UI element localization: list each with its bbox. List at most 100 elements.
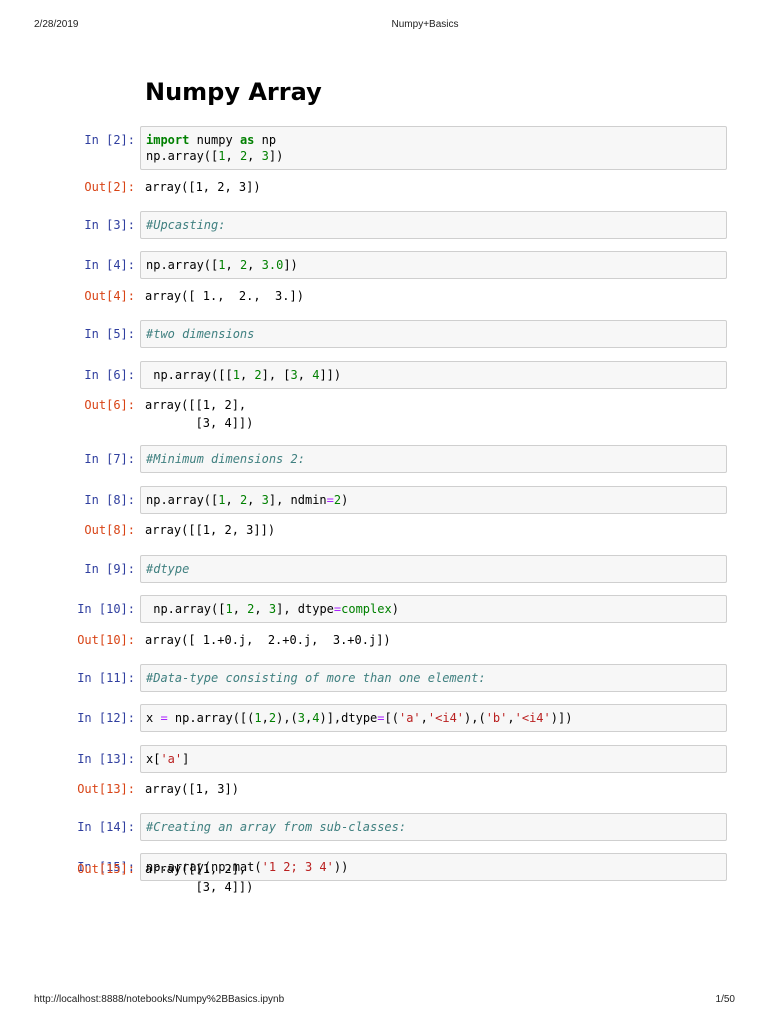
code-token: , <box>247 258 262 272</box>
input-prompt: In [13]: <box>77 752 135 766</box>
input-prompt: In [6]: <box>84 368 135 382</box>
code-input-cell[interactable]: x = np.array([(1,2),(3,4)],dtype=[('a','… <box>140 704 727 732</box>
output-prompt: Out[4]: <box>84 289 135 303</box>
code-token: ) <box>391 602 399 616</box>
code-input-cell[interactable]: #dtype <box>140 555 727 583</box>
code-token: '1 2; 3 4' <box>261 860 334 874</box>
code-token: , <box>247 493 262 507</box>
code-input-cell[interactable]: np.array([[1, 2], [3, 4]]) <box>140 361 727 389</box>
code-token: 1 <box>254 711 262 725</box>
code-input-cell[interactable]: import numpy as np np.array([1, 2, 3]) <box>140 126 727 170</box>
input-prompt: In [5]: <box>84 327 135 341</box>
code-token: , <box>239 368 255 382</box>
code-token: )) <box>333 860 349 874</box>
output-prompt: Out[8]: <box>84 523 135 537</box>
code-token: np.array([ <box>146 258 219 272</box>
output-text: array([1, 2, 3]) <box>145 180 261 194</box>
code-token: '<i4' <box>514 711 551 725</box>
code-token: complex <box>341 602 392 616</box>
page-number: 1/50 <box>715 994 735 1005</box>
code-token: ], ndmin <box>268 493 327 507</box>
input-prompt: In [4]: <box>84 258 135 272</box>
code-line: np.array([1, 2, 3]) <box>146 148 721 164</box>
code-token: np.array([[ <box>146 368 233 382</box>
print-url: http://localhost:8888/notebooks/Numpy%2B… <box>34 994 285 1005</box>
code-token: import <box>146 133 190 147</box>
input-prompt: In [7]: <box>84 452 135 466</box>
output-prompt: Out[13]: <box>77 782 135 796</box>
code-token: 3 <box>268 602 277 616</box>
code-token: = <box>377 711 385 725</box>
code-token: 'b' <box>485 711 508 725</box>
code-token: ], [ <box>261 368 291 382</box>
code-token: )]) <box>550 711 573 725</box>
code-token: np.array([ <box>146 493 219 507</box>
code-input-cell[interactable]: #Data-type consisting of more than one e… <box>140 664 727 692</box>
print-title: Numpy+Basics <box>391 19 459 30</box>
code-token: #dtype <box>146 562 190 576</box>
code-token: , <box>254 602 269 616</box>
output-prompt: Out[2]: <box>84 180 135 194</box>
code-line: #Creating an array from sub-classes: <box>146 819 721 835</box>
code-token: np.array([( <box>167 711 255 725</box>
code-line: x = np.array([(1,2),(3,4)],dtype=[('a','… <box>146 710 721 726</box>
code-token: , <box>225 493 240 507</box>
code-input-cell[interactable]: np.array([1, 2, 3.0]) <box>140 251 727 279</box>
code-token: np.array([ <box>146 602 226 616</box>
code-line: np.array([1, 2, 3.0]) <box>146 257 721 273</box>
code-token: #two dimensions <box>146 327 255 341</box>
code-token: , <box>297 368 313 382</box>
code-token: , <box>247 149 262 163</box>
code-token: = <box>160 711 168 725</box>
code-token: , <box>232 602 248 616</box>
code-token: 3 <box>290 368 298 382</box>
code-token: 1 <box>225 602 233 616</box>
code-token: x[ <box>146 752 161 766</box>
code-token: , <box>420 711 428 725</box>
code-line: x['a'] <box>146 751 721 767</box>
code-token: #Upcasting: <box>146 218 226 232</box>
code-token: numpy <box>189 133 240 147</box>
code-token: ]) <box>283 258 298 272</box>
code-token: , <box>507 711 515 725</box>
code-token: )],dtype <box>319 711 378 725</box>
output-text: array([1, 3]) <box>145 782 239 796</box>
output-text: [3, 4]]) <box>145 880 254 894</box>
code-token: as <box>239 133 255 147</box>
code-token: ], dtype <box>276 602 334 616</box>
code-token: , <box>225 258 240 272</box>
code-token: ) <box>341 493 349 507</box>
output-text: array([[1, 2], <box>145 862 247 876</box>
input-prompt: In [14]: <box>77 820 135 834</box>
code-token: , <box>261 711 269 725</box>
code-token: #Data-type consisting of more than one e… <box>146 671 486 685</box>
code-token: 2 <box>254 368 262 382</box>
code-line: #dtype <box>146 561 721 577</box>
code-token: #Minimum dimensions 2: <box>146 452 305 466</box>
code-input-cell[interactable]: np.array([1, 2, 3], ndmin=2) <box>140 486 727 514</box>
code-input-cell[interactable]: #Upcasting: <box>140 211 727 239</box>
output-text: [3, 4]]) <box>145 416 254 430</box>
code-input-cell[interactable]: #Creating an array from sub-classes: <box>140 813 727 841</box>
code-token: ]]) <box>319 368 342 382</box>
code-line: np.array([1, 2, 3], dtype=complex) <box>146 601 721 617</box>
code-token: ] <box>182 752 190 766</box>
code-token: ),( <box>276 711 298 725</box>
code-input-cell[interactable]: np.array([1, 2, 3], dtype=complex) <box>140 595 727 623</box>
code-input-cell[interactable]: x['a'] <box>140 745 727 773</box>
code-input-cell[interactable]: #Minimum dimensions 2: <box>140 445 727 473</box>
output-text: array([[1, 2], <box>145 398 247 412</box>
input-prompt: In [10]: <box>77 602 135 616</box>
code-token: 2 <box>268 711 277 725</box>
code-line: #Minimum dimensions 2: <box>146 451 721 467</box>
input-prompt: In [9]: <box>84 562 135 576</box>
code-token: 'a' <box>160 752 183 766</box>
output-prompt: Out[10]: <box>77 633 135 647</box>
code-token: np.array([ <box>146 149 219 163</box>
code-token: ),( <box>464 711 486 725</box>
input-prompt: In [2]: <box>84 133 135 147</box>
notebook-heading: Numpy Array <box>145 78 322 106</box>
code-token: = <box>326 493 334 507</box>
code-input-cell[interactable]: #two dimensions <box>140 320 727 348</box>
code-token: , <box>225 149 240 163</box>
